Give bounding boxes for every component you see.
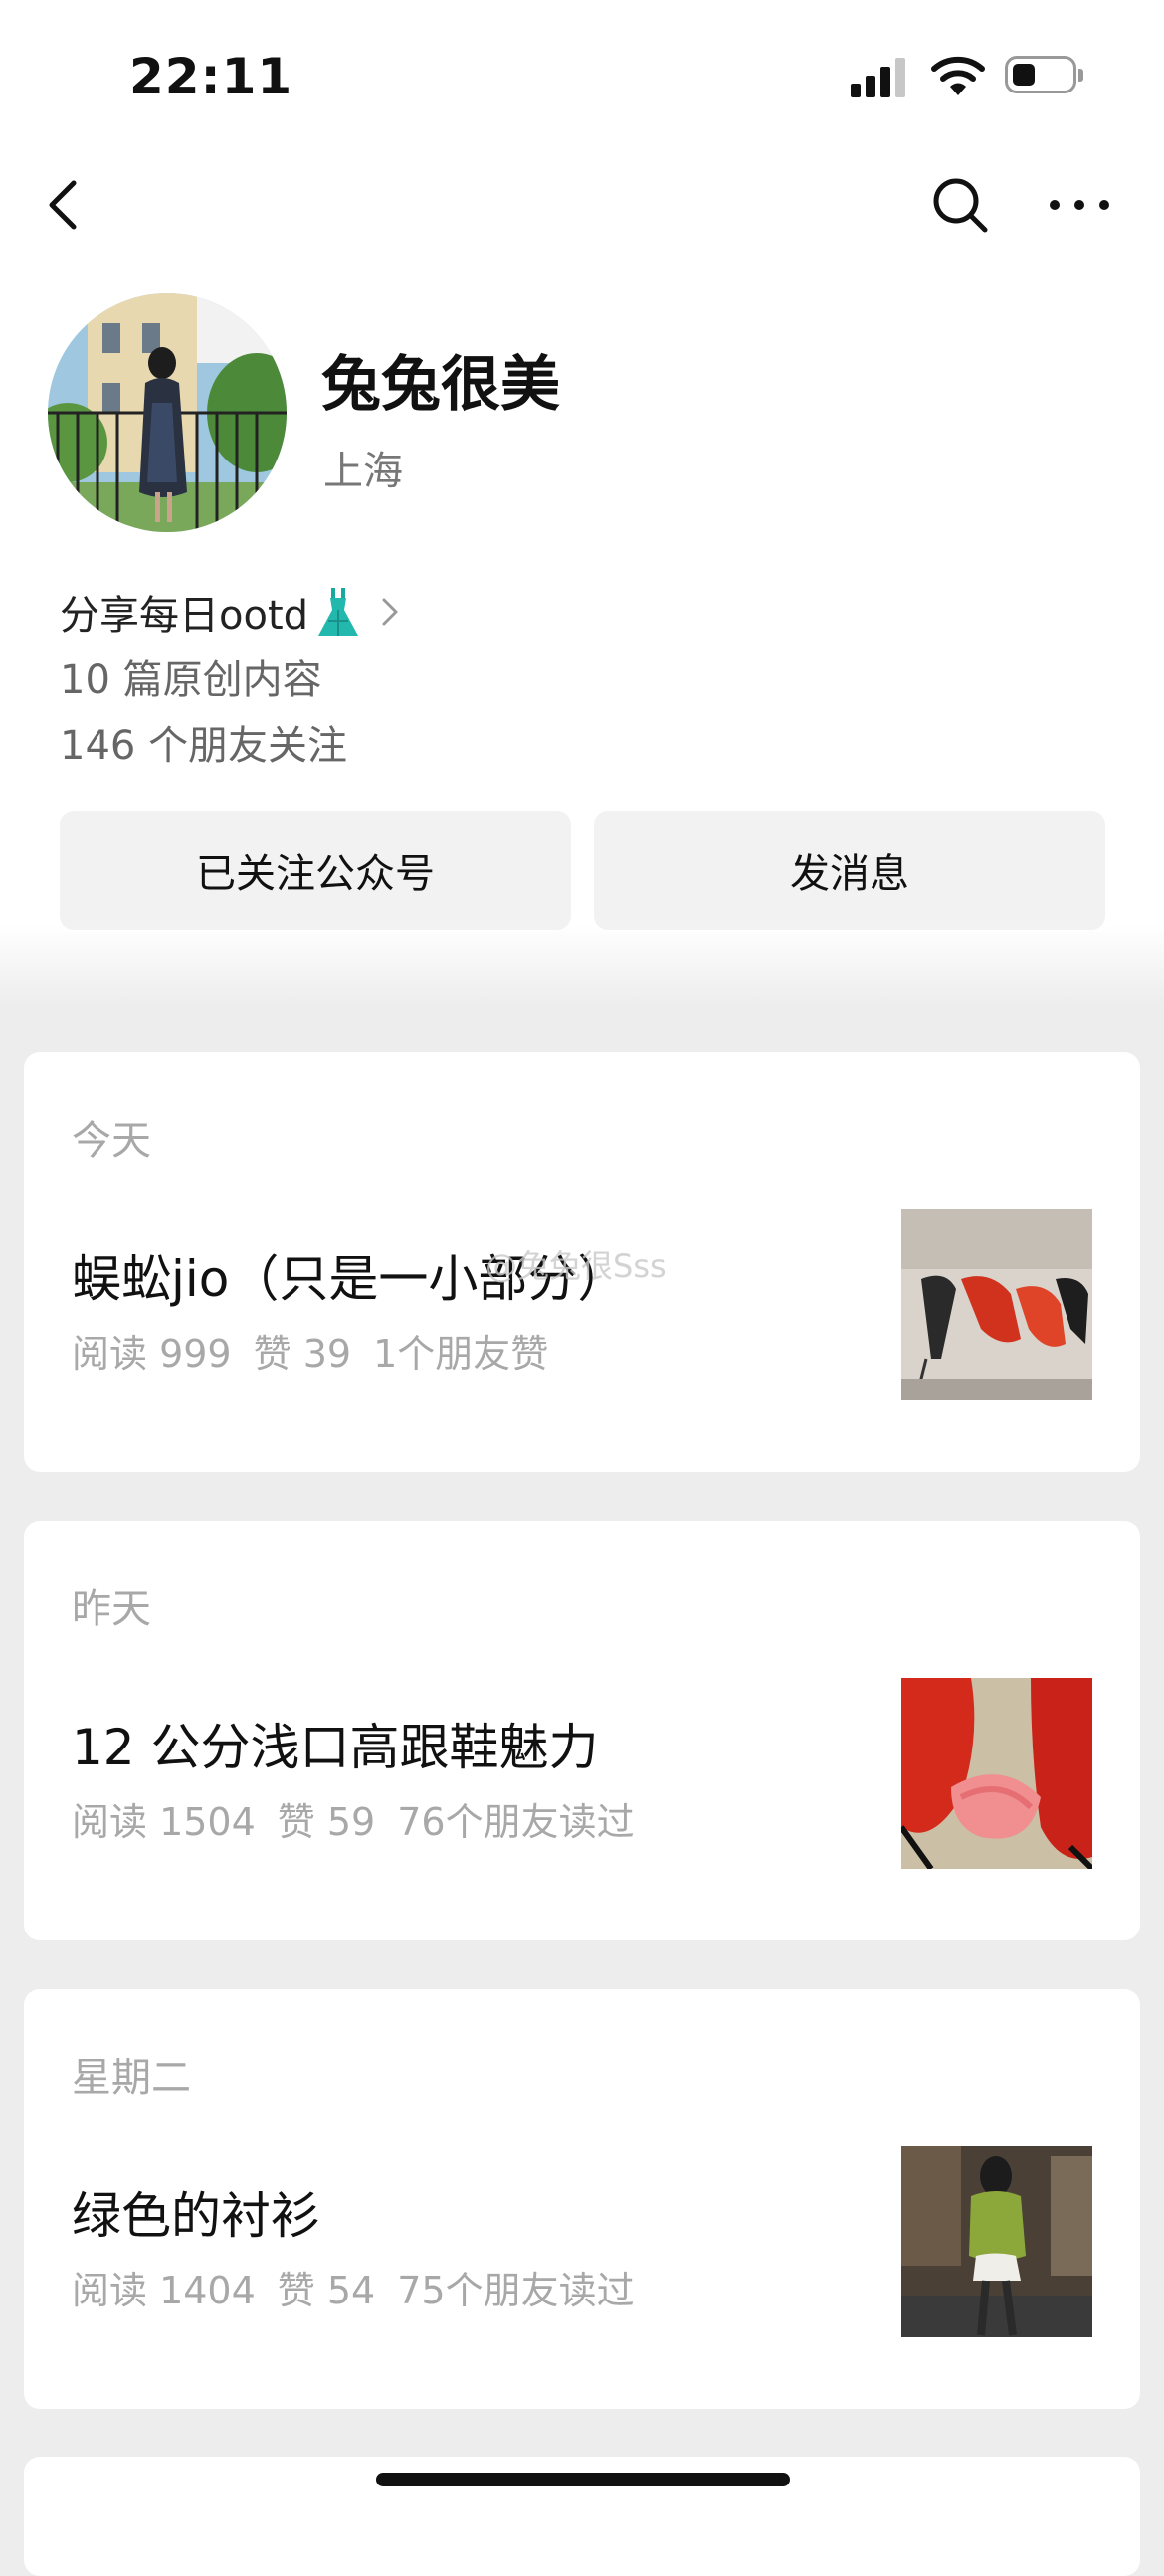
bio-text: 分享每日ootd [60,593,309,639]
article-title[interactable]: 12 公分浅口高跟鞋魅力 [72,1708,599,1779]
article-card[interactable]: 昨天 12 公分浅口高跟鞋魅力 阅读 1504 赞 59 76个朋友读过 [24,1521,1140,1940]
article-social: 76个朋友读过 [397,1800,635,1844]
article-meta: 阅读 1404 赞 54 75个朋友读过 [72,2260,657,2314]
article-card[interactable]: 星期二 绿色的衬衫 阅读 1404 赞 54 75个朋友读过 [24,1989,1140,2409]
article-thumbnail[interactable] [901,1209,1092,1400]
dress-icon [318,588,359,636]
article-date: 昨天 [72,1586,151,1632]
article-thumbnail[interactable] [901,1678,1092,1869]
article-likes: 赞 59 [277,1800,376,1844]
avatar[interactable] [48,293,287,532]
article-reads: 阅读 1404 [72,2269,256,2312]
chevron-right-icon [382,598,398,626]
article-likes: 赞 54 [277,2269,376,2312]
profile-location: 上海 [323,449,403,494]
wifi-icon [931,56,985,95]
article-date: 今天 [72,1118,151,1164]
send-message-button[interactable]: 发消息 [594,811,1105,930]
original-count: 10 篇原创内容 [60,657,322,703]
article-social: 75个朋友读过 [397,2269,635,2312]
battery-icon [1005,56,1083,93]
search-icon[interactable] [930,175,990,235]
article-social: 1个朋友赞 [373,1332,549,1376]
article-likes: 赞 39 [253,1332,352,1376]
article-thumbnail[interactable] [901,2146,1092,2337]
cellular-signal-icon [851,56,910,97]
more-dots-icon[interactable] [1045,185,1114,225]
home-indicator [376,2473,790,2486]
article-date: 星期二 [72,2055,191,2101]
article-meta: 阅读 999 赞 39 1个朋友赞 [72,1323,570,1378]
article-reads: 阅读 999 [72,1332,232,1376]
status-time: 22:11 [129,48,293,105]
article-title[interactable]: 绿色的衬衫 [72,2176,320,2248]
followed-button[interactable]: 已关注公众号 [60,811,571,930]
article-meta: 阅读 1504 赞 59 76个朋友读过 [72,1791,657,1846]
chevron-left-icon[interactable] [40,175,90,235]
article-card[interactable]: 今天 蜈蚣jio（只是一小部分） 阅读 999 赞 39 1个朋友赞 [24,1052,1140,1472]
article-reads: 阅读 1504 [72,1800,256,1844]
article-title[interactable]: 蜈蚣jio（只是一小部分） [72,1239,627,1311]
bio-row[interactable]: 分享每日ootd [60,583,400,641]
followers-count: 146 个朋友关注 [60,723,348,769]
profile-name: 兔兔很美 [321,350,560,420]
